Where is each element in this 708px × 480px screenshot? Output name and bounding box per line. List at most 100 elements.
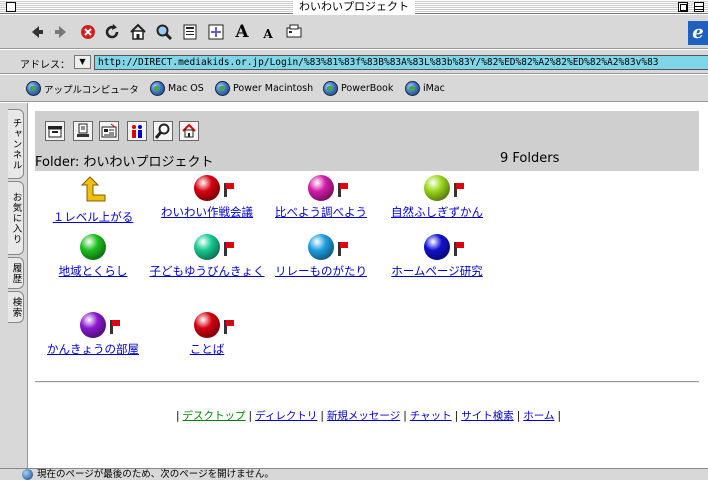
folder-link[interactable]: 子どもゆうびんきょく (147, 264, 267, 279)
explorer-side-tabs: チャンネル お気に入り 履歴 検索 (0, 103, 28, 468)
ie-logo-icon: e (688, 21, 708, 45)
address-label: アドレス： (20, 60, 70, 71)
folder-home-icon[interactable] (179, 121, 199, 141)
search-icon[interactable] (154, 22, 174, 42)
folder-item[interactable]: 比べよう調べよう (261, 175, 381, 220)
refresh-icon[interactable] (102, 22, 122, 42)
footer-link-new-message[interactable]: 新規メッセージ (327, 410, 400, 422)
folder-item[interactable]: 地域とくらし (33, 234, 153, 279)
folder-item[interactable]: わいわい作戦会議 (147, 175, 267, 220)
folder-ball-icon (308, 234, 348, 260)
folder-link[interactable]: ことば (147, 342, 267, 357)
favorite-link[interactable]: iMac (405, 81, 445, 96)
favorite-link[interactable]: Mac OS (150, 81, 204, 96)
site-search-icon[interactable] (153, 121, 173, 141)
flag-icon (454, 183, 464, 197)
folder-link[interactable]: 自然ふしぎずかん (377, 205, 497, 220)
folder-link[interactable]: 比べよう調べよう (261, 205, 381, 220)
folder-link[interactable]: 地域とくらし (33, 264, 153, 279)
flag-icon (338, 242, 348, 256)
separator: | (454, 410, 459, 422)
separator: | (557, 410, 561, 422)
folder-ball-icon (194, 175, 234, 201)
folder-link[interactable]: かんきょうの部屋 (33, 342, 153, 357)
folder-item[interactable]: かんきょうの部屋 (33, 312, 153, 357)
footer-link-desktop[interactable]: デスクトップ (183, 410, 246, 422)
address-bar: アドレス： ▼ http://DIRECT.mediakids.or.jp/Lo… (0, 50, 708, 74)
smaller-text-icon[interactable]: A (258, 22, 278, 42)
folder-item[interactable]: 自然ふしぎずかん (377, 175, 497, 220)
folder-name-label: Folder: わいわいプロジェクト (35, 155, 214, 170)
folder-link[interactable]: ホームページ研究 (377, 264, 497, 279)
flag-icon (454, 242, 464, 256)
separator: | (516, 410, 521, 422)
horizontal-divider (35, 381, 699, 383)
tab-favorites[interactable]: お気に入り (8, 181, 24, 255)
toolbar: A A e (0, 15, 708, 49)
globe-icon (26, 81, 41, 96)
forward-icon[interactable] (52, 22, 72, 42)
up-level-item[interactable]: １レベル上がる (33, 175, 153, 225)
folder-ball-icon (194, 312, 234, 338)
folder-item[interactable]: ことば (147, 312, 267, 357)
collapse-box[interactable] (694, 2, 704, 12)
folder-ball-icon (308, 175, 348, 201)
flag-icon (224, 242, 234, 256)
folder-item[interactable]: リレーものがたり (261, 234, 381, 279)
zoom-box[interactable] (678, 2, 688, 12)
tab-search[interactable]: 検索 (8, 291, 24, 323)
footer-link-directory[interactable]: ディレクトリ (255, 410, 317, 422)
favorite-link[interactable]: PowerBook (323, 81, 393, 96)
home-icon[interactable] (128, 22, 148, 42)
footer-link-chat[interactable]: チャット (410, 410, 452, 422)
footer-link-site-search[interactable]: サイト検索 (461, 410, 514, 422)
status-bar: 現在のページが最後のため、次のページを開けません。 (0, 468, 708, 480)
flag-icon (338, 183, 348, 197)
close-box[interactable] (6, 2, 16, 12)
larger-text-icon[interactable]: A (232, 22, 252, 42)
browser-window: わいわいプロジェクト A A e アドレス： ▼ http://DIRECT.m… (0, 0, 708, 480)
flag-icon (224, 183, 234, 197)
globe-icon (22, 469, 33, 480)
flag-icon (110, 320, 120, 334)
favorites-icon[interactable] (180, 22, 200, 42)
separator: | (403, 410, 407, 422)
folder-item[interactable]: 子どもゆうびんきょく (147, 234, 267, 279)
favorite-link[interactable]: Power Macintosh (215, 81, 313, 96)
message-icon[interactable] (99, 121, 119, 141)
separator: | (248, 410, 253, 422)
print-icon[interactable] (284, 22, 304, 42)
folder-item[interactable]: ホームページ研究 (377, 234, 497, 279)
favorite-link[interactable]: アップルコンピュータ (26, 81, 139, 96)
up-level-link[interactable]: １レベル上がる (33, 210, 153, 225)
stop-icon[interactable] (78, 22, 98, 42)
tab-channels[interactable]: チャンネル (8, 109, 24, 179)
window-title: わいわいプロジェクト (293, 0, 415, 14)
globe-icon (405, 81, 420, 96)
separator: | (320, 410, 324, 422)
status-text: 現在のページが最後のため、次のページを開けません。 (37, 469, 274, 480)
folder-count-label: 9 Folders (500, 151, 560, 166)
globe-icon (215, 81, 230, 96)
favorites-bar: アップルコンピュータ Mac OS Power Macintosh PowerB… (0, 75, 708, 102)
title-bar[interactable]: わいわいプロジェクト (0, 0, 708, 14)
desktop-icon[interactable] (45, 121, 65, 141)
up-arrow-icon (80, 176, 106, 202)
address-dropdown-button[interactable]: ▼ (74, 55, 91, 69)
directory-icon[interactable] (73, 121, 93, 141)
folder-ball-icon (424, 234, 464, 260)
folder-ball-icon (80, 312, 120, 338)
separator: | (176, 410, 180, 422)
address-field[interactable]: http://DIRECT.mediakids.or.jp/Login/%83%… (94, 55, 708, 70)
chat-icon[interactable] (127, 121, 147, 141)
tab-history[interactable]: 履歴 (8, 257, 24, 289)
back-icon[interactable] (26, 22, 46, 42)
folder-link[interactable]: リレーものがたり (261, 264, 381, 279)
folder-header: Folder: わいわいプロジェクト 9 Folders (35, 111, 699, 171)
folder-ball-icon (194, 234, 234, 260)
footer-navigation: | デスクトップ | ディレクトリ | 新規メッセージ | チャット | サイト検索 | ホーム | (29, 408, 708, 423)
folder-link[interactable]: わいわい作戦会議 (147, 205, 267, 220)
footer-link-home[interactable]: ホーム (523, 410, 554, 422)
history-icon[interactable] (206, 22, 226, 42)
globe-icon (323, 81, 338, 96)
